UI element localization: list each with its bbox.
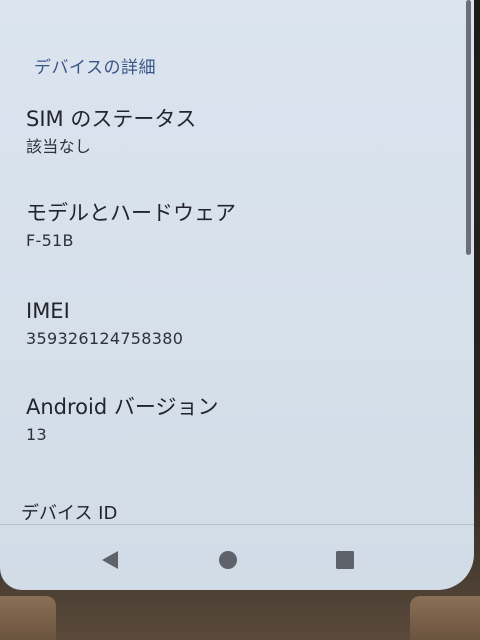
recents-square-icon <box>336 551 354 569</box>
pref-title: モデルとハードウェア <box>26 201 236 225</box>
settings-list[interactable]: デバイスの詳細 SIM のステータス 該当なし モデルとハードウェア F-51B… <box>0 0 474 526</box>
pref-title: IMEI <box>26 299 70 323</box>
navbar-divider <box>0 524 474 525</box>
phone-screen: デバイスの詳細 SIM のステータス 該当なし モデルとハードウェア F-51B… <box>0 0 474 590</box>
pref-imei[interactable]: IMEI 359326124758380 <box>26 297 444 361</box>
pref-title: デバイス ID <box>21 503 118 524</box>
pref-summary: 359326124758380 <box>26 329 184 348</box>
back-button[interactable] <box>90 540 130 580</box>
recents-button[interactable] <box>325 540 365 580</box>
home-button[interactable] <box>208 540 248 580</box>
phone-stand-right <box>410 596 480 640</box>
home-circle-icon <box>219 551 237 569</box>
pref-android-version[interactable]: Android バージョン 13 <box>26 393 444 457</box>
navigation-bar <box>0 526 474 590</box>
scrollbar[interactable] <box>466 0 471 255</box>
phone-stand-left <box>0 596 56 640</box>
pref-sim-status[interactable]: SIM のステータス 該当なし <box>26 105 444 169</box>
pref-summary: F-51B <box>26 231 74 250</box>
pref-device-id[interactable]: デバイス ID <box>21 500 444 526</box>
pref-title: Android バージョン <box>26 395 219 419</box>
pref-model-hardware[interactable]: モデルとハードウェア F-51B <box>26 199 444 263</box>
section-header-device-details: デバイスの詳細 <box>34 58 156 78</box>
back-triangle-icon <box>102 551 118 569</box>
pref-summary: 該当なし <box>26 137 92 156</box>
pref-title: SIM のステータス <box>26 107 197 131</box>
pref-summary: 13 <box>26 425 47 444</box>
photo-frame: デバイスの詳細 SIM のステータス 該当なし モデルとハードウェア F-51B… <box>0 0 480 640</box>
